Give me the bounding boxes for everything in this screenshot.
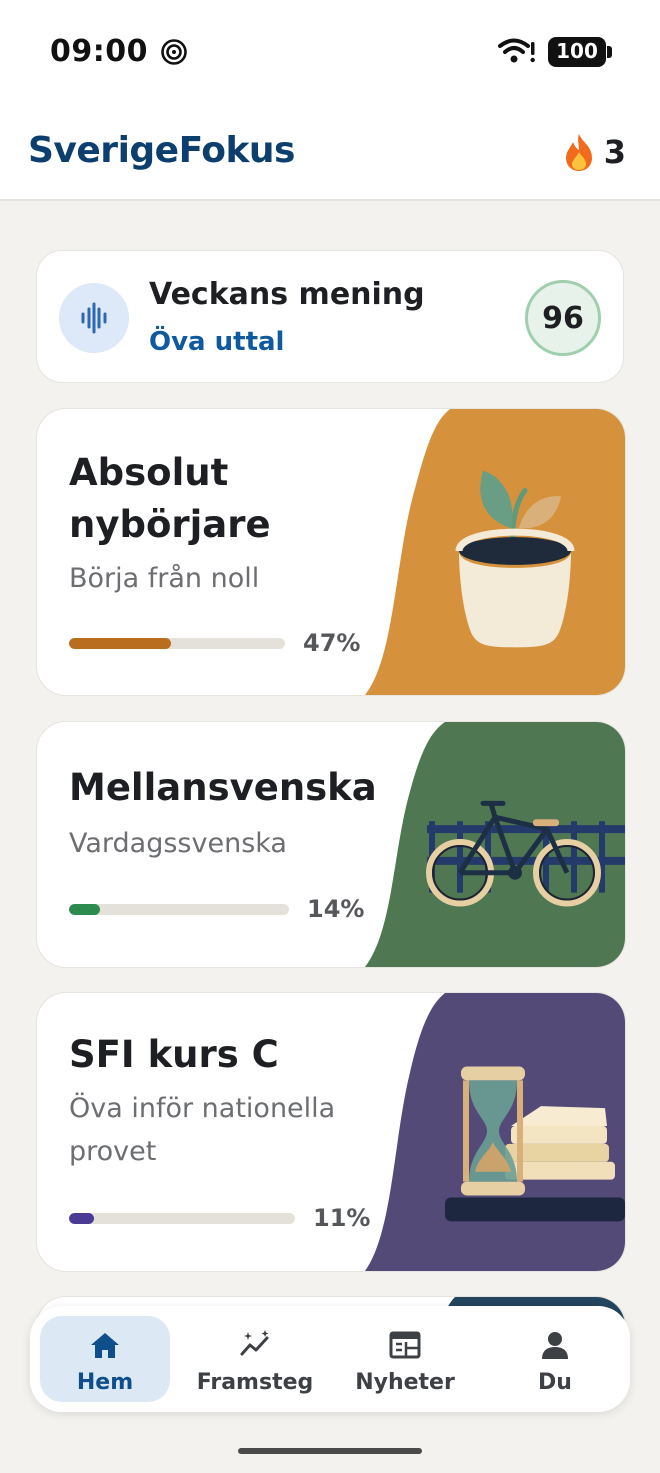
- course-subtitle: Öva inför nationella: [69, 1093, 336, 1124]
- battery-icon: 100: [548, 37, 612, 67]
- course-card-beginner[interactable]: Absolut nybörjare Börja från noll 47%: [36, 408, 626, 696]
- weekly-title: Veckans mening: [149, 277, 425, 312]
- bottom-nav: Hem Framsteg Nyheter Du: [30, 1306, 630, 1412]
- home-icon: [91, 1333, 119, 1358]
- course-progress-fill: [69, 904, 100, 915]
- practice-pronunciation-link[interactable]: Öva uttal: [149, 327, 284, 357]
- bicycle-illustration: [365, 722, 625, 967]
- nav-label: Hem: [76, 1370, 134, 1395]
- score-value: 96: [542, 300, 584, 336]
- streak-count: 3: [603, 133, 626, 171]
- course-subtitle: Vardagssvenska: [69, 828, 287, 859]
- wifi-icon: [498, 38, 535, 63]
- nav-label: Du: [538, 1370, 572, 1395]
- course-progress-label: 47%: [303, 629, 361, 657]
- status-time: 09:00: [50, 34, 148, 69]
- nav-item-news[interactable]: Nyheter: [340, 1316, 470, 1402]
- status-bar: 09:00 100: [0, 0, 660, 100]
- course-title: Mellansvenska: [69, 766, 377, 809]
- course-title-line2: nybörjare: [69, 503, 271, 546]
- course-progress-label: 14%: [307, 895, 365, 923]
- home-indicator[interactable]: [238, 1448, 422, 1454]
- person-icon: [542, 1332, 568, 1359]
- nav-item-home[interactable]: Hem: [40, 1316, 170, 1402]
- streak-counter[interactable]: 3: [562, 132, 626, 172]
- course-subtitle: Börja från noll: [69, 563, 260, 594]
- course-progress-bar: [69, 1213, 295, 1224]
- flame-icon: [565, 134, 592, 171]
- nav-item-progress[interactable]: Framsteg: [190, 1316, 320, 1402]
- course-progress-fill: [69, 1213, 94, 1224]
- course-progress-fill: [69, 638, 171, 649]
- course-card-sfi-c[interactable]: SFI kurs C Öva inför nationella provet 1…: [36, 992, 626, 1272]
- battery-level: 100: [556, 39, 598, 63]
- plant-pot-illustration: [365, 409, 625, 695]
- nav-label: Framsteg: [196, 1370, 314, 1395]
- course-progress-bar: [69, 904, 289, 915]
- weekly-sentence-card[interactable]: Veckans mening Öva uttal 96: [36, 250, 624, 383]
- app-header: SverigeFokus 3: [0, 100, 660, 201]
- nav-item-profile[interactable]: Du: [490, 1316, 620, 1402]
- course-title: SFI kurs C: [69, 1033, 279, 1076]
- newspaper-icon: [389, 1331, 421, 1359]
- spiral-icon: [161, 39, 187, 65]
- score-badge: 96: [525, 280, 601, 356]
- course-progress-bar: [69, 638, 285, 649]
- trend-sparkle-icon: [240, 1330, 269, 1356]
- hourglass-books-illustration: [365, 993, 625, 1271]
- app-screen: 09:00 100 SverigeFokus 3 Veckans mening …: [0, 0, 660, 1473]
- soundwave-icon: [59, 283, 129, 353]
- course-subtitle-line2: provet: [69, 1136, 157, 1167]
- course-progress-label: 11%: [313, 1204, 371, 1232]
- course-card-intermediate[interactable]: Mellansvenska Vardagssvenska 14%: [36, 721, 626, 968]
- course-title: Absolut: [69, 451, 229, 494]
- nav-label: Nyheter: [355, 1370, 455, 1395]
- app-title: SverigeFokus: [28, 130, 295, 171]
